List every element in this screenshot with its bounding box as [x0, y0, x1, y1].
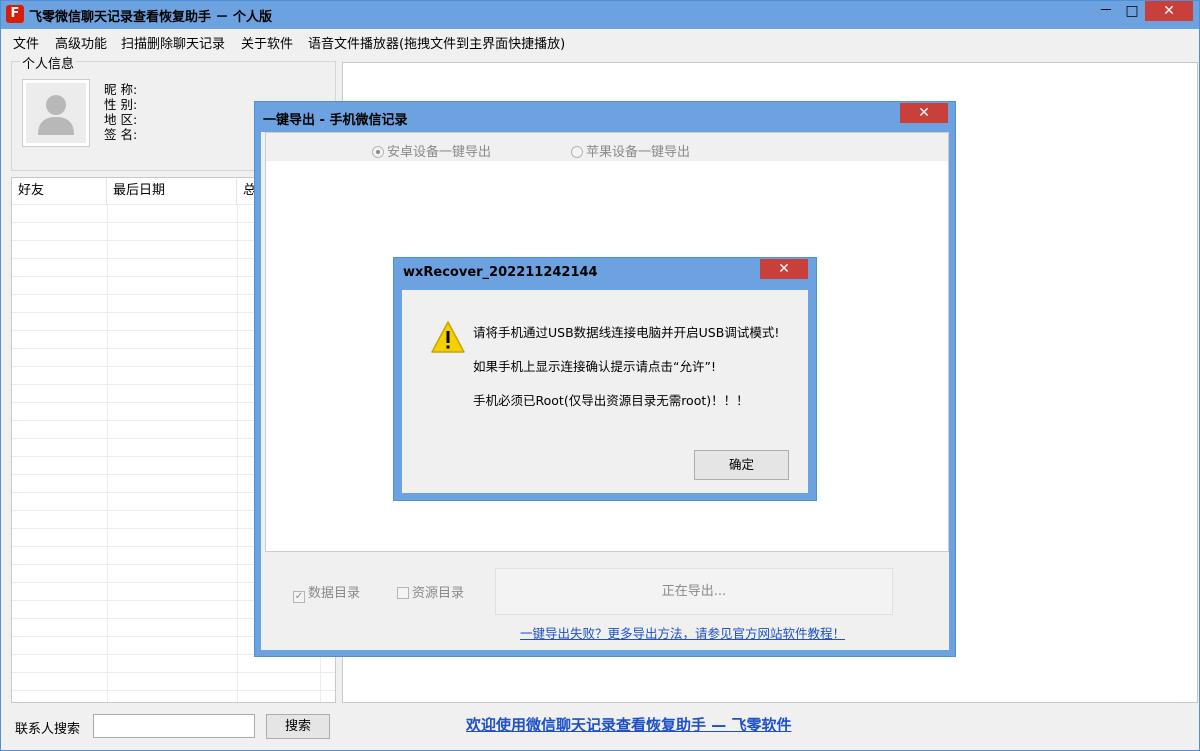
- warning-icon: [431, 321, 465, 353]
- alert-body: 请将手机通过USB数据线连接电脑并开启USB调试模式! 如果手机上显示连接确认提…: [402, 290, 808, 493]
- column-header-last-date[interactable]: 最后日期: [107, 178, 237, 204]
- menu-file[interactable]: 文件: [13, 33, 39, 52]
- menu-bar: 文件 高级功能 扫描删除聊天记录 关于软件 语音文件播放器(拖拽文件到主界面快捷…: [1, 29, 1199, 53]
- app-icon: F: [6, 5, 24, 23]
- exporting-button[interactable]: 正在导出...: [495, 568, 893, 615]
- export-help-link[interactable]: 一键导出失败？更多导出方法，请参见官方网站软件教程！: [520, 623, 845, 642]
- alert-title: wxRecover_202211242144: [403, 265, 598, 280]
- checkbox-unchecked-icon: [397, 587, 409, 599]
- radio-ios-export[interactable]: 苹果设备一键导出: [571, 141, 690, 160]
- user-silhouette-icon: [38, 95, 74, 135]
- export-dialog-title: 一键导出 - 手机微信记录: [263, 113, 408, 128]
- alert-message-allow: 如果手机上显示连接确认提示请点击“允许”!: [473, 359, 716, 374]
- welcome-link[interactable]: 欢迎使用微信聊天记录查看恢复助手 — 飞零软件: [466, 714, 791, 735]
- checkbox-checked-icon: ✓: [293, 591, 305, 603]
- radio-unchecked-icon: [571, 146, 583, 158]
- alert-message-usb: 请将手机通过USB数据线连接电脑并开启USB调试模式!: [473, 325, 780, 340]
- profile-group-title: 个人信息: [20, 53, 77, 72]
- radio-checked-icon: [372, 146, 384, 158]
- minimize-button[interactable]: －: [1093, 1, 1119, 21]
- close-button[interactable]: ✕: [1145, 1, 1193, 21]
- checkbox-data-dir-label: 数据目录: [308, 586, 361, 601]
- column-header-friend[interactable]: 好友: [12, 178, 107, 204]
- search-button[interactable]: 搜索: [266, 714, 330, 739]
- checkbox-data-dir[interactable]: ✓ 数据目录: [293, 582, 360, 603]
- window-title: 飞零微信聊天记录查看恢复助手 － 个人版: [29, 10, 273, 25]
- alert-dialog: wxRecover_202211242144 ✕ 请将手机通过USB数据线连接电…: [393, 257, 817, 501]
- export-dialog-close-button[interactable]: ✕: [900, 103, 948, 123]
- checkbox-resource-dir[interactable]: 资源目录: [397, 582, 464, 601]
- title-bar[interactable]: F 飞零微信聊天记录查看恢复助手 － 个人版 － □ ✕: [1, 1, 1199, 29]
- menu-voice-player[interactable]: 语音文件播放器(拖拽文件到主界面快捷播放): [308, 33, 565, 52]
- checkbox-resource-dir-label: 资源目录: [412, 586, 465, 601]
- signature-label: 签 名:: [104, 127, 138, 142]
- contact-search-label: 联系人搜索: [15, 722, 81, 737]
- menu-about[interactable]: 关于软件: [241, 33, 293, 52]
- menu-advanced[interactable]: 高级功能: [55, 33, 107, 52]
- radio-android-label: 安卓设备一键导出: [387, 145, 492, 160]
- avatar: [22, 79, 90, 147]
- alert-close-button[interactable]: ✕: [760, 259, 808, 279]
- contact-search-input[interactable]: [93, 714, 255, 738]
- maximize-button[interactable]: □: [1119, 1, 1145, 21]
- radio-android-export[interactable]: 安卓设备一键导出: [372, 141, 491, 160]
- alert-message-root: 手机必须已Root(仅导出资源目录无需root)！！！: [473, 393, 749, 408]
- ok-button[interactable]: 确定: [694, 450, 789, 480]
- radio-ios-label: 苹果设备一键导出: [586, 145, 691, 160]
- menu-scan-deleted[interactable]: 扫描删除聊天记录: [121, 33, 225, 52]
